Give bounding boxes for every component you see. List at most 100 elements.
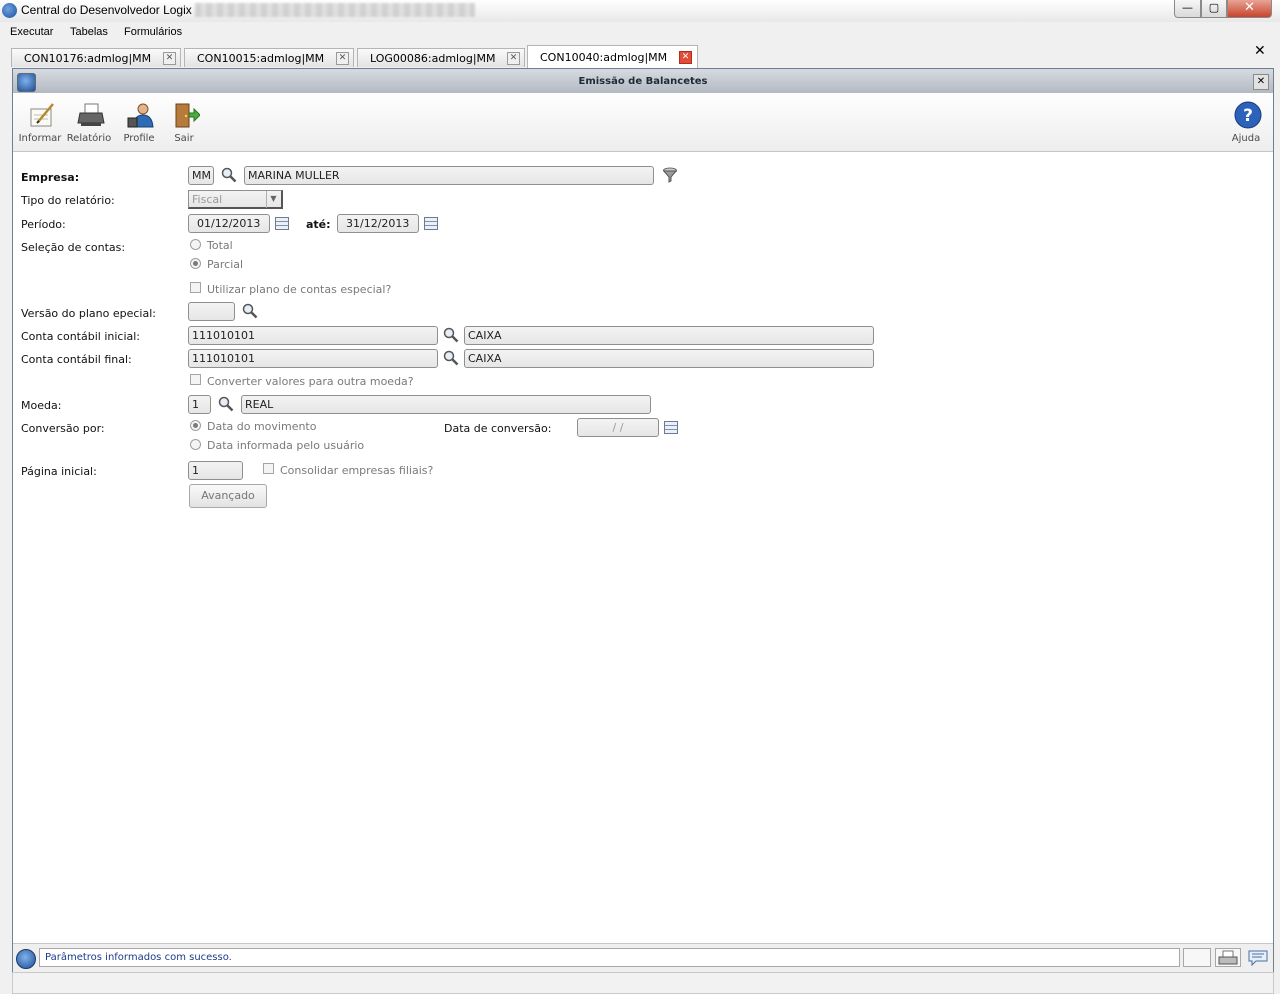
converter-label: Converter valores para outra moeda? — [207, 375, 414, 388]
versao-plano-label: Versão do plano epecial: — [21, 307, 156, 320]
status-bar: Parâmetros informados com sucesso. — [13, 943, 1273, 972]
tab-con10176[interactable]: CON10176:admlog|MM ✕ — [11, 48, 181, 67]
moeda-label: Moeda: — [21, 399, 62, 412]
periodo-from-input[interactable]: 01/12/2013 — [188, 214, 270, 233]
form-title: Emissão de Balancetes — [578, 76, 708, 87]
moeda-code-input[interactable]: 1 — [188, 395, 211, 414]
help-icon: ? — [1234, 101, 1262, 129]
tab-close-icon[interactable]: ✕ — [507, 52, 520, 65]
tipo-relatorio-label: Tipo do relatório: — [21, 194, 115, 207]
menu-executar[interactable]: Executar — [10, 26, 53, 38]
maximize-button[interactable]: ▢ — [1201, 0, 1227, 18]
menu-tabelas[interactable]: Tabelas — [70, 26, 108, 38]
ajuda-label: Ajuda — [1231, 133, 1261, 144]
status-logo-icon — [16, 949, 36, 969]
periodo-to-input[interactable]: 31/12/2013 — [337, 214, 419, 233]
plano-especial-checkbox[interactable] — [190, 282, 201, 293]
printer-status-icon[interactable] — [1215, 948, 1241, 967]
bottom-status-strip — [12, 972, 1274, 994]
menu-bar: Executar Tabelas Formulários — [0, 23, 1280, 43]
minimize-button[interactable]: — — [1174, 0, 1201, 18]
filter-icon[interactable] — [662, 167, 678, 183]
tab-log00086[interactable]: LOG00086:admlog|MM ✕ — [357, 48, 525, 67]
ajuda-button[interactable]: ? Ajuda — [1220, 99, 1272, 147]
window-path-blurred — [195, 3, 475, 17]
user-profile-icon — [127, 103, 154, 128]
exit-door-icon — [175, 103, 200, 128]
informar-button[interactable]: Informar — [14, 99, 66, 147]
radio-parcial-label: Parcial — [207, 258, 244, 271]
pagina-inicial-label: Página inicial: — [21, 465, 97, 478]
data-conversao-input[interactable]: / / — [577, 418, 659, 437]
converter-checkbox[interactable] — [190, 374, 201, 385]
menu-formularios[interactable]: Formulários — [124, 26, 182, 38]
search-icon[interactable] — [443, 327, 459, 343]
calendar-icon[interactable] — [424, 217, 438, 230]
form-close-button[interactable]: ✕ — [1253, 74, 1269, 90]
empresa-code-input[interactable]: MM — [188, 166, 214, 185]
search-icon[interactable] — [221, 167, 237, 183]
radio-data-movimento[interactable] — [190, 420, 201, 431]
window-titlebar: Central do Desenvolvedor Logix — ▢ ✕ — [0, 0, 1280, 22]
form-window-header: Emissão de Balancetes ✕ — [13, 69, 1273, 93]
conta-final-label: Conta contábil final: — [21, 353, 132, 366]
radio-data-usuario-label: Data informada pelo usuário — [207, 439, 365, 452]
sair-label: Sair — [174, 133, 194, 144]
consolidar-label: Consolidar empresas filiais? — [280, 464, 434, 477]
status-slot — [1183, 948, 1211, 967]
radio-parcial[interactable] — [190, 258, 201, 269]
radio-total-label: Total — [207, 239, 233, 252]
close-window-button[interactable]: ✕ — [1227, 0, 1272, 18]
relatorio-label: Relatório — [66, 133, 112, 144]
radio-total[interactable] — [190, 239, 201, 250]
svg-text:?: ? — [1243, 106, 1253, 126]
close-program-icon[interactable]: ✕ — [1254, 43, 1266, 59]
tab-close-icon[interactable]: ✕ — [679, 51, 692, 64]
tab-close-icon[interactable]: ✕ — [163, 52, 176, 65]
tab-label: CON10176:admlog|MM — [24, 52, 152, 65]
conversao-label: Conversão por: — [21, 422, 105, 435]
consolidar-checkbox[interactable] — [263, 463, 274, 474]
conta-final-input[interactable]: 111010101 — [188, 349, 438, 368]
informar-label: Informar — [18, 133, 62, 144]
search-icon[interactable] — [242, 303, 258, 319]
data-conversao-label: Data de conversão: — [444, 422, 552, 435]
tab-con10015[interactable]: CON10015:admlog|MM ✕ — [184, 48, 354, 67]
tab-close-icon[interactable]: ✕ — [336, 52, 349, 65]
relatorio-button[interactable]: Relatório — [63, 99, 115, 147]
tipo-relatorio-select[interactable]: Fiscal ▼ — [188, 190, 283, 209]
versao-plano-input[interactable] — [188, 302, 235, 321]
app-logo-icon — [2, 3, 17, 18]
calendar-icon[interactable] — [664, 421, 678, 434]
conta-inicial-input[interactable]: 111010101 — [188, 326, 438, 345]
conta-inicial-label: Conta contábil inicial: — [21, 330, 141, 343]
empresa-name-field: MARINA MULLER — [244, 166, 654, 185]
tab-label: CON10040:admlog|MM — [540, 51, 668, 64]
tab-con10040[interactable]: CON10040:admlog|MM ✕ — [527, 45, 698, 68]
search-icon[interactable] — [443, 350, 459, 366]
avancado-button[interactable]: Avançado — [189, 484, 267, 508]
window-title: Central do Desenvolvedor Logix — [21, 3, 192, 17]
form-toolbar: Informar Relatório Profile Sair ? Ajuda — [13, 93, 1273, 152]
conta-final-name-field: CAIXA — [464, 349, 874, 368]
status-message: Parâmetros informados com sucesso. — [39, 948, 1180, 967]
search-icon[interactable] — [218, 396, 234, 412]
tab-label: LOG00086:admlog|MM — [370, 52, 496, 65]
program-tabs: CON10176:admlog|MM ✕ CON10015:admlog|MM … — [0, 44, 1280, 68]
chat-icon[interactable] — [1248, 950, 1268, 966]
radio-data-movimento-label: Data do movimento — [207, 420, 317, 433]
tipo-relatorio-value: Fiscal — [192, 193, 223, 206]
calendar-icon[interactable] — [275, 217, 289, 230]
printer-icon — [77, 103, 105, 126]
pen-paper-icon — [30, 103, 54, 127]
pagina-inicial-input[interactable]: 1 — [188, 461, 243, 480]
radio-data-usuario[interactable] — [190, 439, 201, 450]
conta-inicial-name-field: CAIXA — [464, 326, 874, 345]
chevron-down-icon[interactable]: ▼ — [266, 191, 280, 208]
periodo-ate-label: até: — [306, 218, 331, 231]
moeda-name-field: REAL — [241, 395, 651, 414]
periodo-label: Período: — [21, 218, 66, 231]
plano-especial-label: Utilizar plano de contas especial? — [207, 283, 392, 296]
empresa-label: Empresa: — [21, 171, 80, 184]
sair-button[interactable]: Sair — [158, 99, 210, 147]
